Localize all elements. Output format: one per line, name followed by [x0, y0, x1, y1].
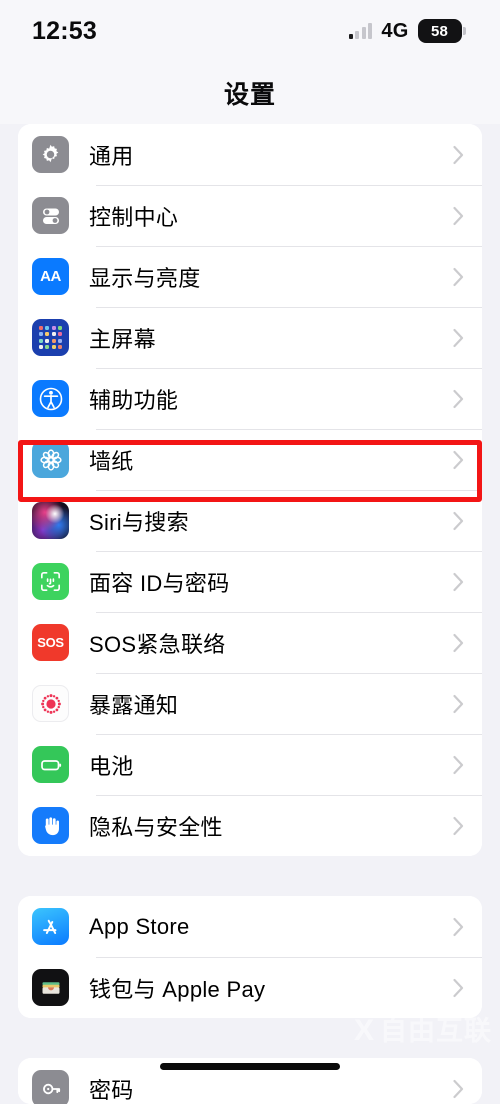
wallet-icon [32, 969, 69, 1006]
settings-row-accessibility[interactable]: 辅助功能 [18, 368, 482, 429]
chevron-right-icon [453, 755, 464, 775]
settings-row-label: Siri与搜索 [89, 505, 453, 537]
home-screen-icon [32, 319, 69, 356]
settings-row-wallet-apple-pay[interactable]: App Store 钱包与 Apple Pay [18, 957, 482, 1018]
battery-level-label: 58 [431, 23, 448, 40]
settings-row-label: 辅助功能 [89, 383, 453, 415]
privacy-hand-icon [32, 807, 69, 844]
status-bar-indicators: 4G 58 [349, 19, 466, 43]
chevron-right-icon [453, 694, 464, 714]
settings-row-control-center[interactable]: 控制中心 [18, 185, 482, 246]
settings-list[interactable]: 通用 控制中心 AA 显示与亮度 [0, 124, 500, 1104]
settings-row-battery[interactable]: 电池 [18, 734, 482, 795]
settings-row-label: 主屏幕 [89, 322, 453, 354]
navigation-bar: 设置 [0, 62, 500, 124]
settings-row-label: 密码 [89, 1073, 453, 1104]
settings-row-siri-search[interactable]: Siri与搜索 [18, 490, 482, 551]
settings-row-label: 隐私与安全性 [89, 810, 453, 842]
chevron-right-icon [453, 206, 464, 226]
watermark-logo: X [354, 1016, 374, 1046]
app-store-icon [32, 908, 69, 945]
settings-row-privacy-security[interactable]: 隐私与安全性 [18, 795, 482, 856]
settings-row-label: SOS紧急联络 [89, 627, 453, 659]
chevron-right-icon [453, 267, 464, 287]
chevron-right-icon [453, 978, 464, 998]
battery-icon: 58 [418, 19, 467, 43]
accessibility-icon [32, 380, 69, 417]
network-type-label: 4G [381, 20, 408, 43]
page-title: 设置 [224, 75, 276, 111]
settings-row-general[interactable]: 通用 [18, 124, 482, 185]
chevron-right-icon [453, 145, 464, 165]
face-id-icon [32, 563, 69, 600]
settings-row-home-screen[interactable]: 主屏幕 [18, 307, 482, 368]
settings-row-label-wallet: 钱包与 Apple Pay [89, 972, 453, 1004]
chevron-right-icon [453, 389, 464, 409]
settings-row-exposure-notifications[interactable]: 暴露通知 [18, 673, 482, 734]
settings-row-wallpaper[interactable]: 墙纸 [18, 429, 482, 490]
settings-row-label: 面容 ID与密码 [89, 566, 453, 598]
gear-icon [32, 136, 69, 173]
settings-row-label: 电池 [89, 749, 453, 781]
chevron-right-icon [453, 511, 464, 531]
settings-row-label: 墙纸 [89, 444, 453, 476]
status-bar-clock: 12:53 [32, 17, 97, 46]
sos-icon: SOS [32, 624, 69, 661]
home-indicator[interactable] [160, 1063, 340, 1070]
settings-row-display-brightness[interactable]: AA 显示与亮度 [18, 246, 482, 307]
chevron-right-icon [453, 572, 464, 592]
settings-row-label: 显示与亮度 [89, 261, 453, 293]
settings-group-system: 通用 控制中心 AA 显示与亮度 [18, 124, 482, 856]
passwords-icon [32, 1070, 69, 1104]
status-bar: 12:53 4G 58 [0, 0, 500, 62]
chevron-right-icon [453, 633, 464, 653]
settings-row-face-id-passcode[interactable]: 面容 ID与密码 [18, 551, 482, 612]
sos-glyph: SOS [37, 635, 64, 650]
chevron-right-icon [453, 917, 464, 937]
watermark-text: 自由互联 [380, 1018, 492, 1045]
settings-group-store: App Store App Store 钱包与 Apple Pay [18, 896, 482, 1018]
display-brightness-icon: AA [32, 258, 69, 295]
chevron-right-icon [453, 450, 464, 470]
cellular-bars-icon [349, 23, 373, 39]
aa-glyph: AA [40, 268, 61, 285]
watermark: X 自由互联 [354, 1016, 492, 1046]
settings-row-label: App Store [89, 914, 453, 940]
settings-row-app-store[interactable]: App Store [18, 896, 482, 957]
battery-settings-icon [32, 746, 69, 783]
settings-row-label: 控制中心 [89, 200, 453, 232]
wallpaper-icon [32, 441, 69, 478]
settings-row-emergency-sos[interactable]: SOS SOS紧急联络 [18, 612, 482, 673]
siri-icon [32, 502, 69, 539]
chevron-right-icon [453, 328, 464, 348]
chevron-right-icon [453, 1079, 464, 1099]
exposure-notification-icon [32, 685, 69, 722]
chevron-right-icon [453, 816, 464, 836]
control-center-icon [32, 197, 69, 234]
settings-row-label: 暴露通知 [89, 688, 453, 720]
settings-row-label: 通用 [89, 139, 453, 171]
